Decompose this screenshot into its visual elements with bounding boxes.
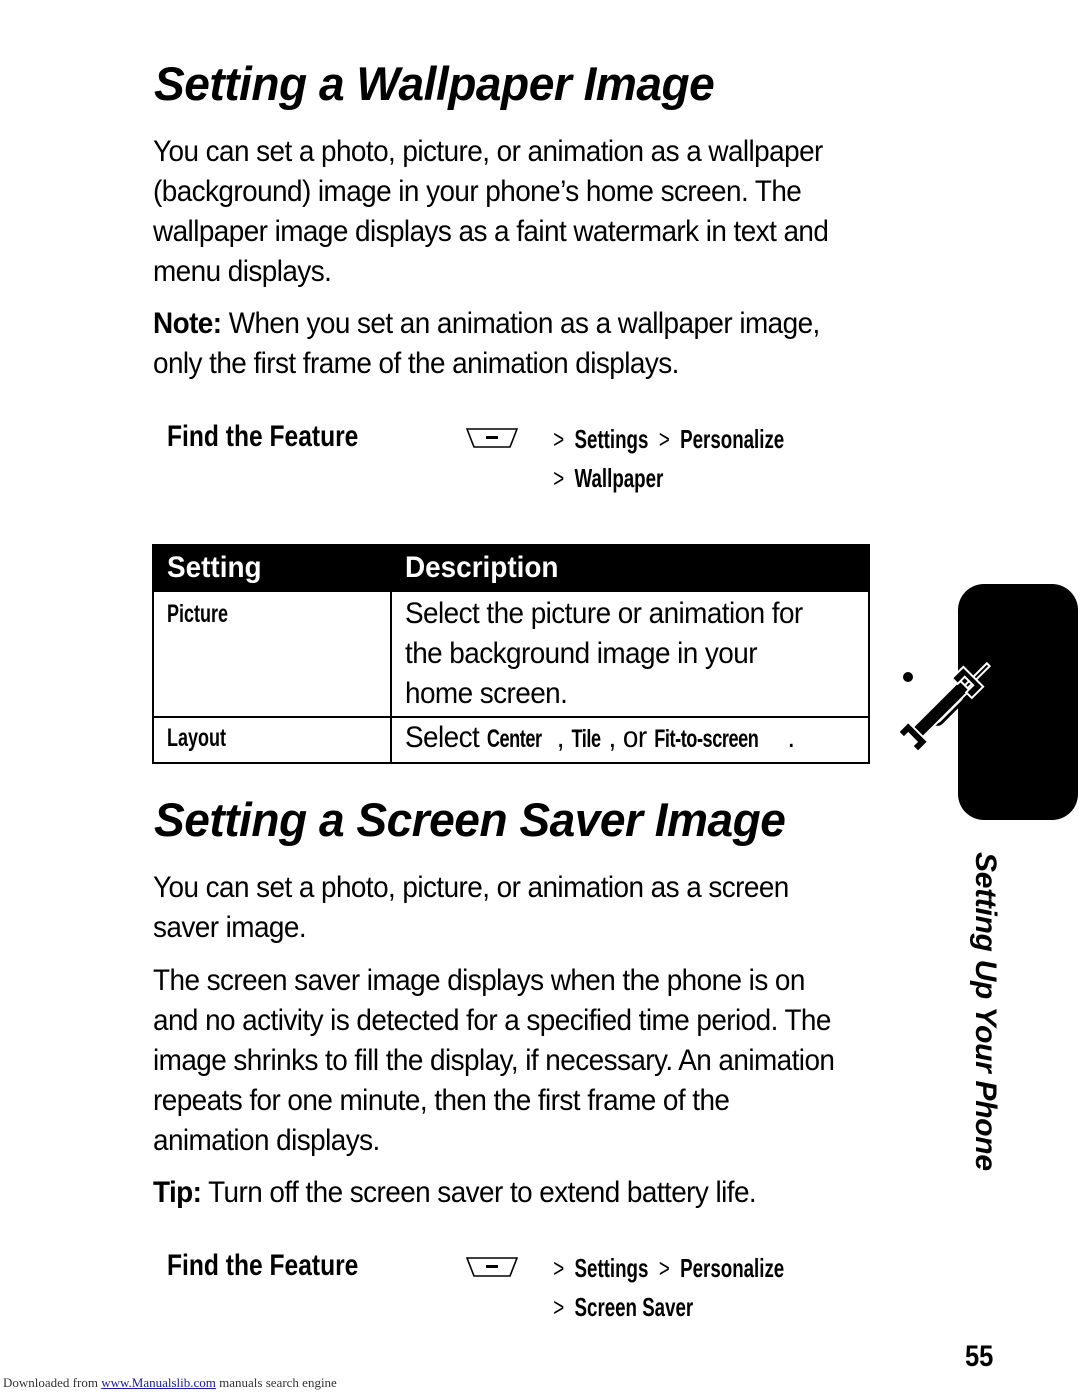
paragraph-line: wallpaper image displays as a faint wate…	[153, 215, 829, 248]
manualslib-link[interactable]: www.Manualslib.com	[101, 1375, 216, 1390]
path-item-wallpaper: Wallpaper	[574, 463, 664, 493]
menu-path-wallpaper-line2: > Wallpaper	[548, 463, 663, 494]
screen-saver-intro-paragraph: You can set a photo, picture, or animati…	[153, 868, 789, 948]
menu-key-icon	[466, 1257, 518, 1277]
table-row: Layout Select Center, Tile, or Fit-to-sc…	[154, 716, 868, 762]
path-separator: >	[548, 463, 570, 493]
screen-saver-tip: Tip: Turn off the screen saver to extend…	[153, 1173, 757, 1213]
description-picture: Select the picture or animation for the …	[405, 594, 803, 714]
path-separator: >	[653, 424, 675, 454]
option-fit-to-screen: Fit-to-screen	[653, 725, 759, 753]
paragraph-line: The screen saver image displays when the…	[153, 964, 805, 997]
tip-text: Turn off the screen saver to extend batt…	[201, 1176, 757, 1209]
table-header: Setting Description	[154, 546, 868, 590]
setting-picture: Picture	[167, 600, 229, 628]
find-feature-label: Find the Feature	[167, 1249, 359, 1282]
option-center: Center	[486, 725, 542, 753]
setting-layout: Layout	[167, 724, 227, 752]
path-item-settings: Settings	[574, 1253, 649, 1283]
description-layout: Select Center, Tile, or Fit-to-screen.	[405, 718, 795, 759]
tip-label: Tip:	[153, 1176, 202, 1209]
header-setting: Setting	[167, 551, 262, 584]
path-item-personalize: Personalize	[680, 424, 785, 454]
note-text: When you set an animation as a wallpaper…	[221, 307, 821, 340]
menu-path-screen-saver-line2: > Screen Saver	[548, 1292, 693, 1323]
header-description: Description	[405, 551, 559, 584]
path-separator: >	[548, 424, 570, 454]
path-separator: >	[548, 1253, 570, 1283]
option-tile: Tile	[571, 725, 601, 753]
paragraph-line: image shrinks to fill the display, if ne…	[153, 1044, 835, 1077]
menu-path-wallpaper: > Settings > Personalize	[548, 424, 784, 455]
separator: .	[787, 721, 795, 754]
description-text: Select	[405, 721, 487, 754]
path-item-personalize: Personalize	[680, 1253, 785, 1283]
find-feature-label: Find the Feature	[167, 420, 359, 453]
description-line: the background image in your	[405, 637, 758, 670]
path-separator: >	[548, 1292, 570, 1322]
description-line: Select the picture or animation for	[405, 597, 803, 630]
separator: ,	[556, 721, 572, 754]
paragraph-line: saver image.	[153, 911, 307, 944]
wallpaper-note: Note: When you set an animation as a wal…	[153, 304, 820, 384]
paragraph-line: repeats for one minute, then the first f…	[153, 1084, 730, 1117]
paragraph-line: (background) image in your phone’s home …	[153, 175, 802, 208]
chapter-label: Setting Up Your Phone	[969, 852, 1002, 1171]
download-footer: Downloaded from www.Manualslib.com manua…	[3, 1375, 337, 1391]
path-item-screen-saver: Screen Saver	[574, 1292, 694, 1322]
paragraph-line: animation displays.	[153, 1124, 380, 1157]
paragraph-line: menu displays.	[153, 255, 332, 288]
path-item-settings: Settings	[574, 424, 649, 454]
separator: , or	[608, 721, 654, 754]
page-number: 55	[965, 1340, 994, 1373]
note-label: Note:	[153, 307, 222, 340]
screen-saver-details-paragraph: The screen saver image displays when the…	[153, 961, 835, 1161]
wallpaper-intro-paragraph: You can set a photo, picture, or animati…	[153, 132, 829, 292]
footer-suffix: manuals search engine	[215, 1375, 337, 1390]
table-row: Picture Select the picture or animation …	[154, 590, 868, 716]
paragraph-line: You can set a photo, picture, or animati…	[153, 135, 823, 168]
section-title-wallpaper: Setting a Wallpaper Image	[154, 57, 715, 110]
path-separator: >	[653, 1253, 675, 1283]
note-text: only the first frame of the animation di…	[153, 347, 679, 380]
wrench-screwdriver-icon	[900, 661, 992, 754]
wallpaper-settings-table: Setting Description Picture Select the p…	[152, 544, 870, 764]
section-title-screen-saver: Setting a Screen Saver Image	[154, 793, 786, 846]
paragraph-line: and no activity is detected for a specif…	[153, 1004, 831, 1037]
menu-path-screen-saver: > Settings > Personalize	[548, 1253, 784, 1284]
footer-prefix: Downloaded from	[3, 1375, 102, 1390]
menu-key-icon	[466, 428, 518, 448]
description-line: home screen.	[405, 677, 568, 710]
paragraph-line: You can set a photo, picture, or animati…	[153, 871, 789, 904]
